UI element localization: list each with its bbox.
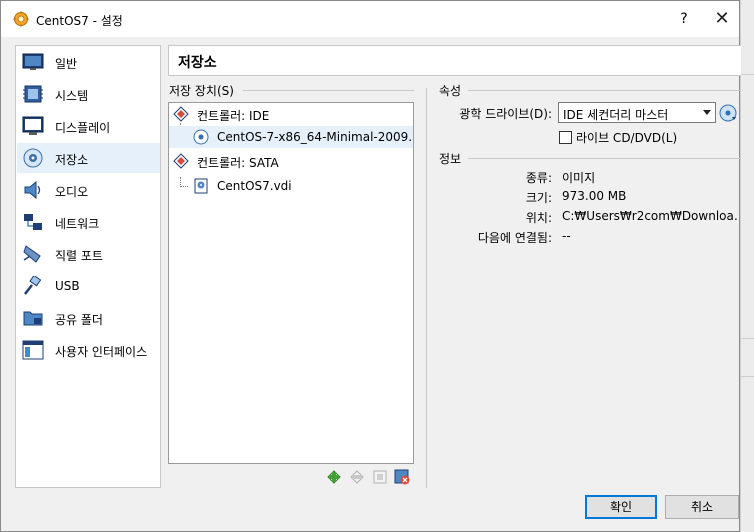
sidebar-item-label: USB <box>55 279 80 293</box>
info-location-key: 위치: <box>525 211 552 225</box>
help-button[interactable]: ? <box>661 1 707 37</box>
info-size-key: 크기: <box>525 191 552 205</box>
sidebar-item-label: 네트워크 <box>55 217 100 231</box>
tree-item-sata-controller[interactable]: 컨트롤러: SATA <box>169 150 413 172</box>
optical-drive-label: 광학 드라이브(D): <box>459 107 552 121</box>
add-controller-icon[interactable] <box>326 469 342 485</box>
settings-dialog: CentOS7 - 설정 ? ✕ 일반 시스템 디스플레이 저장소 오디오 네트… <box>0 0 741 532</box>
sidebar-item-label: 오디오 <box>55 185 89 199</box>
tree-item-centos-iso[interactable]: CentOS-7-x86_64-Minimal-2009.... <box>169 126 413 148</box>
choose-disk-icon[interactable] <box>719 104 737 122</box>
tree-item-label: CentOS7.vdi <box>217 179 292 193</box>
window-title: CentOS7 - 설정 <box>36 14 123 28</box>
sata-controller-icon <box>173 153 189 169</box>
group-divider <box>468 158 740 159</box>
sidebar-item-storage[interactable]: 저장소 <box>17 143 160 173</box>
attributes-label: 속성 <box>439 84 462 98</box>
user-interface-icon <box>22 340 44 360</box>
general-icon <box>22 53 44 70</box>
storage-devices-label: 저장 장치(S) <box>169 84 234 98</box>
page-title: 저장소 <box>178 55 217 71</box>
sidebar-item-usb[interactable]: USB <box>17 271 160 301</box>
sidebar-item-general[interactable]: 일반 <box>17 47 160 77</box>
info-attached-to-value: -- <box>562 229 571 243</box>
info-attached-to-key: 다음에 연결됨: <box>477 231 552 245</box>
sidebar-item-shared-folder[interactable]: 공유 폴더 <box>17 303 160 333</box>
hard-disk-icon <box>194 178 208 194</box>
usb-icon <box>24 276 42 295</box>
optical-drive-select[interactable]: IDE 세컨더리 마스터 <box>558 102 716 123</box>
sidebar-item-label: 일반 <box>55 57 78 71</box>
panel-divider <box>426 88 427 488</box>
sidebar-item-audio[interactable]: 오디오 <box>17 175 160 205</box>
cancel-button[interactable]: 취소 <box>665 495 739 519</box>
ok-button[interactable]: 확인 <box>585 495 657 519</box>
title-bar: CentOS7 - 설정 ? ✕ <box>1 1 739 37</box>
tree-item-label: 컨트롤러: IDE <box>197 109 270 123</box>
sidebar-item-label: 디스플레이 <box>55 121 111 135</box>
information-label: 정보 <box>439 152 462 166</box>
group-divider <box>468 90 740 91</box>
remove-attachment-icon[interactable] <box>394 469 410 485</box>
storage-tree[interactable]: 컨트롤러: IDE CentOS-7-x86_64-Minimal-2009..… <box>168 102 414 464</box>
group-divider <box>243 90 414 91</box>
info-location-value: C:₩Users₩r2com₩Downloa… <box>562 209 738 223</box>
remove-controller-icon[interactable] <box>349 469 365 485</box>
sidebar-item-label: 직렬 포트 <box>55 249 103 263</box>
page-header: 저장소 <box>168 45 741 76</box>
tree-item-label: CentOS-7-x86_64-Minimal-2009.... <box>217 130 413 144</box>
virtualbox-gear-icon <box>13 11 29 27</box>
info-type-value: 이미지 <box>562 171 596 185</box>
info-type-key: 종류: <box>525 171 552 185</box>
storage-icon <box>23 148 43 168</box>
audio-icon <box>24 180 41 200</box>
system-icon <box>23 85 43 103</box>
add-attachment-icon[interactable] <box>372 469 388 485</box>
sidebar-item-label: 공유 폴더 <box>55 313 103 327</box>
background-window-edge <box>740 0 754 532</box>
settings-category-list: 일반 시스템 디스플레이 저장소 오디오 네트워크 직렬 포트 USB 공유 폴… <box>15 45 161 488</box>
live-cd-label[interactable]: 라이브 CD/DVD(L) <box>576 129 677 146</box>
ide-controller-icon <box>173 106 189 122</box>
sidebar-item-label: 저장소 <box>55 153 89 167</box>
sidebar-item-label: 사용자 인터페이스 <box>55 345 148 359</box>
chevron-down-icon <box>703 110 711 115</box>
sidebar-item-serial-port[interactable]: 직렬 포트 <box>17 239 160 269</box>
network-icon <box>24 214 42 230</box>
tree-item-centos-vdi[interactable]: CentOS7.vdi <box>169 175 413 197</box>
sidebar-item-display[interactable]: 디스플레이 <box>17 111 160 141</box>
sidebar-item-label: 시스템 <box>55 89 89 103</box>
sidebar-item-system[interactable]: 시스템 <box>17 79 160 109</box>
display-icon <box>22 116 44 135</box>
tree-item-ide-controller[interactable]: 컨트롤러: IDE <box>169 103 413 125</box>
sidebar-item-user-interface[interactable]: 사용자 인터페이스 <box>17 335 160 365</box>
serial-port-icon <box>23 245 41 263</box>
live-cd-checkbox[interactable] <box>559 131 572 144</box>
optical-disc-icon <box>193 129 209 145</box>
close-button[interactable]: ✕ <box>704 1 740 37</box>
tree-item-label: 컨트롤러: SATA <box>197 156 279 170</box>
sidebar-item-network[interactable]: 네트워크 <box>17 207 160 237</box>
info-size-value: 973.00 MB <box>562 189 627 203</box>
optical-drive-value: IDE 세컨더리 마스터 <box>563 108 669 122</box>
shared-folder-icon <box>23 311 43 326</box>
